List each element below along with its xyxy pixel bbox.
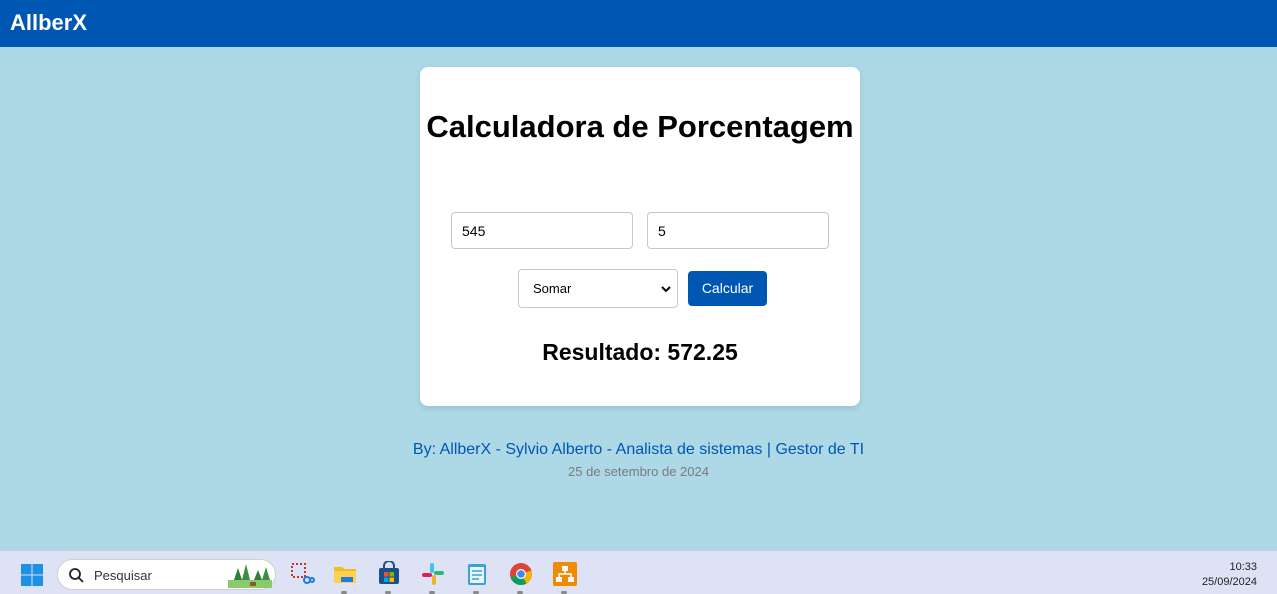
chrome-icon[interactable] — [508, 561, 534, 587]
network-app-icon[interactable] — [552, 561, 578, 587]
calculate-button[interactable]: Calcular — [688, 271, 767, 306]
microsoft-store-icon[interactable] — [376, 561, 402, 587]
taskbar-search[interactable]: Pesquisar — [57, 559, 276, 590]
windows-start-icon[interactable] — [20, 563, 44, 587]
file-explorer-icon[interactable] — [332, 561, 358, 587]
notepad-icon[interactable] — [464, 561, 490, 587]
clock-date[interactable]: 25/09/2024 — [1202, 576, 1257, 589]
slack-icon[interactable] — [420, 561, 446, 587]
clock-time[interactable]: 10:33 — [1229, 561, 1257, 574]
snipping-tool-icon[interactable] — [289, 561, 315, 587]
search-highlight-scene-icon — [228, 564, 272, 588]
footer-credit[interactable]: By: AllberX - Sylvio Alberto - Analista … — [0, 440, 1277, 460]
brand-logo[interactable]: AllberX — [10, 10, 87, 36]
chevron-down-icon — [661, 286, 671, 293]
operation-select[interactable]: Somar — [518, 269, 678, 308]
taskbar: Pesquisar 10:33 25/09/2024 — [0, 550, 1277, 594]
header-bar: AllberX — [0, 0, 1277, 47]
search-placeholder: Pesquisar — [94, 568, 152, 583]
operation-select-value: Somar — [533, 281, 572, 296]
calculator-card: Calculadora de Porcentagem Somar Calcula… — [420, 67, 860, 406]
footer-date: 25 de setembro de 2024 — [568, 464, 709, 479]
page-title: Calculadora de Porcentagem — [426, 109, 854, 144]
search-icon — [69, 568, 84, 583]
percentage-input[interactable] — [647, 212, 829, 249]
value-input[interactable] — [451, 212, 633, 249]
result-text: Resultado: 572.25 — [542, 339, 738, 365]
